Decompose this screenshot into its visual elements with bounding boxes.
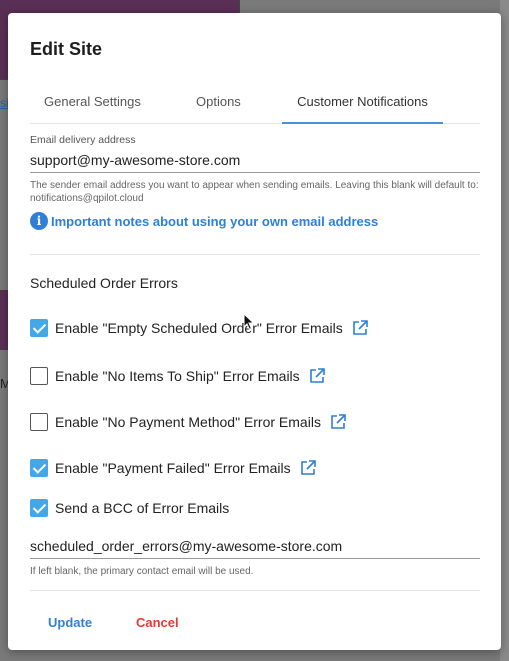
tab-bar: General Settings Options Customer Notifi… <box>30 92 480 124</box>
email-delivery-input[interactable] <box>30 147 480 173</box>
cancel-button[interactable]: Cancel <box>136 615 179 630</box>
no-payment-method-option: Enable "No Payment Method" Error Emails <box>30 413 347 431</box>
bcc-email-input[interactable] <box>30 533 480 559</box>
dialog-title: Edit Site <box>30 39 103 59</box>
scheduled-order-errors-title: Scheduled Order Errors <box>30 275 178 291</box>
email-delivery-label: Email delivery address <box>30 134 136 146</box>
edit-site-dialog: Edit Site General Settings Options Custo… <box>8 13 501 650</box>
tab-customer-notifications[interactable]: Customer Notifications <box>282 92 443 124</box>
send-bcc-checkbox[interactable] <box>30 499 48 517</box>
email-delivery-help: The sender email address you want to app… <box>30 180 479 204</box>
empty-scheduled-order-option: Enable "Empty Scheduled Order" Error Ema… <box>30 319 369 337</box>
email-notes-link[interactable]: Important notes about using your own ema… <box>51 214 378 229</box>
update-button[interactable]: Update <box>48 615 92 630</box>
mouse-pointer-icon <box>243 313 255 331</box>
tab-options[interactable]: Options <box>196 92 241 124</box>
no-items-to-ship-checkbox[interactable] <box>30 367 48 385</box>
empty-scheduled-order-label: Enable "Empty Scheduled Order" Error Ema… <box>55 320 343 336</box>
external-link-icon[interactable] <box>299 459 317 477</box>
no-items-to-ship-option: Enable "No Items To Ship" Error Emails <box>30 367 326 385</box>
empty-scheduled-order-checkbox[interactable] <box>30 319 48 337</box>
info-row: i Important notes about using your own e… <box>30 212 378 230</box>
no-payment-method-label: Enable "No Payment Method" Error Emails <box>55 414 321 430</box>
background-right-strip <box>500 0 509 661</box>
footer-divider <box>30 590 480 591</box>
send-bcc-option: Send a BCC of Error Emails <box>30 499 237 517</box>
send-bcc-label: Send a BCC of Error Emails <box>55 500 230 516</box>
external-link-icon[interactable] <box>351 319 369 337</box>
info-icon: i <box>30 212 48 230</box>
no-items-to-ship-label: Enable "No Items To Ship" Error Emails <box>55 368 300 384</box>
external-link-icon[interactable] <box>329 413 347 431</box>
no-payment-method-checkbox[interactable] <box>30 413 48 431</box>
payment-failed-option: Enable "Payment Failed" Error Emails <box>30 459 317 477</box>
external-link-icon[interactable] <box>308 367 326 385</box>
payment-failed-label: Enable "Payment Failed" Error Emails <box>55 460 291 476</box>
tab-general-settings[interactable]: General Settings <box>44 92 141 124</box>
section-divider <box>30 254 480 255</box>
payment-failed-checkbox[interactable] <box>30 459 48 477</box>
bcc-help-text: If left blank, the primary contact email… <box>30 566 254 577</box>
